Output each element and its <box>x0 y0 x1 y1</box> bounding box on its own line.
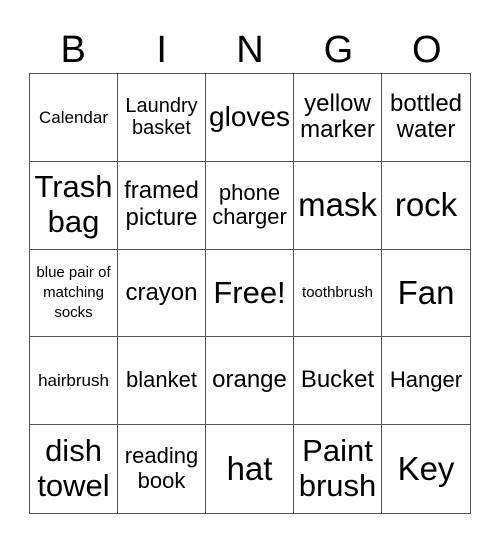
bingo-cell[interactable]: Key <box>382 425 470 513</box>
bingo-cell[interactable]: blanket <box>118 337 206 426</box>
bingo-cell[interactable]: Paint brush <box>294 425 382 513</box>
bingo-cell[interactable]: Trash bag <box>30 161 118 250</box>
bingo-cell[interactable]: crayon <box>118 249 206 338</box>
bingo-cell[interactable]: Laundry basket <box>118 74 206 162</box>
header-letter-g: G <box>323 29 354 71</box>
bingo-cell[interactable]: hairbrush <box>30 337 118 426</box>
bingo-cell[interactable]: bottled water <box>382 74 470 162</box>
bingo-cell[interactable]: Hanger <box>382 337 470 426</box>
bingo-cell[interactable]: Fan <box>382 250 470 338</box>
bingo-cell[interactable]: reading book <box>118 425 206 513</box>
bingo-cell[interactable]: phone charger <box>206 161 294 250</box>
bingo-cell[interactable]: dish towel <box>30 425 118 513</box>
bingo-cell[interactable]: rock <box>382 162 470 250</box>
header-letter-i: I <box>156 29 167 71</box>
bingo-header: B I N G O <box>29 28 471 72</box>
bingo-cell[interactable]: Calendar <box>30 74 118 162</box>
bingo-cell[interactable]: Bucket <box>294 337 382 426</box>
bingo-cell[interactable]: orange <box>206 337 294 426</box>
bingo-cell[interactable]: hat <box>206 425 294 513</box>
bingo-cell[interactable]: toothbrush <box>294 249 382 338</box>
header-letter-o: O <box>412 29 442 71</box>
bingo-cell[interactable]: yellow marker <box>294 74 382 162</box>
bingo-cell[interactable]: gloves <box>206 74 294 162</box>
free-space-cell[interactable]: Free! <box>206 249 294 338</box>
header-letter-b: B <box>60 29 86 71</box>
header-letter-n: N <box>236 29 264 71</box>
bingo-grid: Calendar Laundry basket gloves yellow ma… <box>29 73 471 514</box>
bingo-cell[interactable]: mask <box>294 161 382 250</box>
bingo-cell[interactable]: framed picture <box>118 161 206 250</box>
bingo-cell[interactable]: blue pair of matching socks <box>30 249 118 338</box>
